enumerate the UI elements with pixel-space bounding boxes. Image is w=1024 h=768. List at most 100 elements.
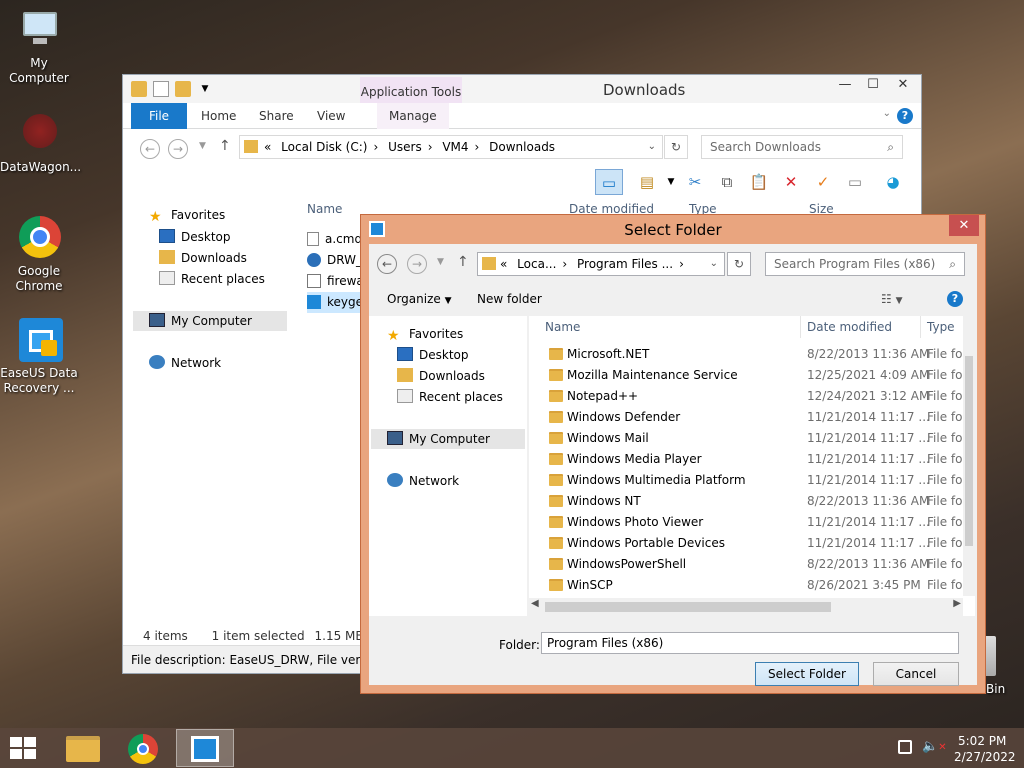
scrollbar-thumb[interactable]	[965, 356, 973, 546]
address-field[interactable]: « Local Disk (C:) › Users › VM4 › Downloads…	[239, 135, 663, 159]
chevron-down-icon[interactable]: ⌄	[648, 136, 656, 158]
new-folder-icon[interactable]	[175, 81, 191, 97]
organize-button[interactable]: Organize ▼	[387, 286, 452, 314]
nav-my-computer[interactable]: My Computer	[371, 429, 525, 449]
horizontal-scrollbar[interactable]: ◀ ▶	[529, 598, 963, 616]
folder-row[interactable]: Mozilla Maintenance Service 12/25/2021 4:…	[529, 365, 966, 386]
taskbar-file-explorer[interactable]	[54, 729, 112, 767]
breadcrumb-vm4[interactable]: VM4	[442, 140, 468, 154]
column-date-modified[interactable]: Date modified	[801, 316, 921, 338]
close-button[interactable]: ✕	[889, 75, 917, 95]
nav-my-computer[interactable]: My Computer	[133, 311, 287, 331]
file-row[interactable]: DRW_	[307, 250, 362, 271]
nav-favorites[interactable]: ★ Favorites	[149, 205, 225, 225]
scroll-right-arrow[interactable]: ▶	[953, 598, 961, 609]
nav-network[interactable]: Network	[387, 471, 459, 491]
rename-icon[interactable]: ▭	[841, 169, 869, 195]
file-row[interactable]: firewa	[307, 271, 364, 292]
cut-icon[interactable]: ✂	[681, 169, 709, 195]
breadcrumb-program-files[interactable]: Program Files ...	[577, 257, 673, 271]
desktop-icon-easeus[interactable]: EaseUS Data Recovery ...	[0, 318, 78, 396]
cancel-button[interactable]: Cancel	[873, 662, 959, 686]
folder-row[interactable]: Microsoft.NET 8/22/2013 11:36 AM File fol	[529, 344, 966, 365]
nav-favorites[interactable]: ★ Favorites	[387, 324, 463, 344]
vertical-scrollbar[interactable]	[963, 316, 975, 596]
desktop-icon-my-computer[interactable]: My Computer	[0, 8, 78, 86]
up-button[interactable]: ↑	[457, 254, 469, 270]
column-name[interactable]: Name	[539, 316, 801, 338]
nav-desktop[interactable]: Desktop	[397, 345, 469, 365]
folder-row[interactable]: Windows Multimedia Platform 11/21/2014 11…	[529, 470, 966, 491]
globe-icon[interactable]: ◕	[879, 169, 907, 195]
properties-icon[interactable]	[153, 81, 169, 97]
recent-locations-icon[interactable]: ▼	[199, 141, 206, 151]
paste-icon[interactable]: 📋	[745, 169, 773, 195]
folder-row[interactable]: Windows Defender 11/21/2014 11:17 ... File…	[529, 407, 966, 428]
forward-button[interactable]: →	[407, 254, 427, 274]
select-folder-dialog[interactable]: Select Folder ✕ ← → ▼ ↑ « Loca... › Progr…	[360, 214, 986, 694]
help-icon[interactable]: ?	[897, 108, 913, 124]
folder-row[interactable]: Windows Portable Devices 11/21/2014 11:17…	[529, 533, 966, 554]
chevron-down-icon[interactable]: ▼	[197, 81, 213, 97]
view-options-icon[interactable]: ☷ ▼	[881, 286, 903, 314]
help-icon[interactable]: ?	[947, 291, 963, 307]
title-bar[interactable]: ▼ Application Tools Downloads — ☐ ✕	[123, 75, 921, 103]
network-tray-icon[interactable]	[898, 740, 912, 754]
ribbon-expand-icon[interactable]: ⌄	[883, 108, 891, 119]
maximize-button[interactable]: ☐	[859, 75, 887, 95]
taskbar-easeus[interactable]	[176, 729, 234, 767]
copy-icon[interactable]: ⧉	[713, 169, 741, 195]
nav-downloads[interactable]: Downloads	[397, 366, 485, 386]
check-icon[interactable]: ✓	[809, 169, 837, 195]
folder-row[interactable]: Windows Media Player 11/21/2014 11:17 ...…	[529, 449, 966, 470]
tab-home[interactable]: Home	[189, 103, 248, 129]
folder-row[interactable]: Notepad++ 12/24/2021 3:12 AM File fol	[529, 386, 966, 407]
nav-downloads[interactable]: Downloads	[159, 248, 247, 268]
folder-row[interactable]: WinSCP 8/26/2021 3:45 PM File fol	[529, 575, 966, 596]
recent-locations-icon[interactable]: ▼	[437, 257, 444, 267]
tab-file[interactable]: File	[131, 103, 187, 129]
close-button[interactable]: ✕	[949, 215, 979, 236]
breadcrumb-local-disk[interactable]: Local Disk (C:)	[281, 140, 367, 154]
column-name[interactable]: Name	[307, 199, 342, 219]
back-button[interactable]: ←	[140, 139, 160, 159]
folder-row[interactable]: WindowsPowerShell 8/22/2013 11:36 AM File …	[529, 554, 966, 575]
nav-recent-places[interactable]: Recent places	[397, 387, 503, 407]
back-button[interactable]: ←	[377, 254, 397, 274]
address-field[interactable]: « Loca... › Program Files ... › ⌄	[477, 252, 725, 276]
folder-row[interactable]: Windows NT 8/22/2013 11:36 AM File fol	[529, 491, 966, 512]
chevron-down-icon[interactable]: ⌄	[710, 253, 718, 275]
select-folder-button[interactable]: Select Folder	[755, 662, 859, 686]
scroll-left-arrow[interactable]: ◀	[531, 598, 539, 609]
search-input[interactable]: Search Downloads ⌕	[701, 135, 903, 159]
tab-share[interactable]: Share	[247, 103, 306, 129]
scrollbar-thumb[interactable]	[545, 602, 831, 612]
breadcrumb-downloads[interactable]: Downloads	[489, 140, 555, 154]
folder-row[interactable]: Windows Photo Viewer 11/21/2014 11:17 ...…	[529, 512, 966, 533]
desktop-icon-datawagon[interactable]: DataWagon...	[0, 112, 81, 175]
breadcrumb-local-disk[interactable]: Loca...	[517, 257, 556, 271]
file-row[interactable]: a.cmd	[307, 229, 362, 250]
nav-network[interactable]: Network	[149, 353, 221, 373]
nav-recent-places[interactable]: Recent places	[159, 269, 265, 289]
breadcrumb-users[interactable]: Users	[388, 140, 422, 154]
forward-button[interactable]: →	[168, 139, 188, 159]
volume-muted-icon[interactable]: 🔈✕	[922, 739, 947, 754]
refresh-button[interactable]: ↻	[664, 135, 688, 159]
clock-time[interactable]: 5:02 PM	[958, 734, 1006, 748]
preview-pane-icon[interactable]: ▭	[595, 169, 623, 195]
delete-icon[interactable]: ✕	[777, 169, 805, 195]
start-button[interactable]	[10, 737, 38, 759]
minimize-button[interactable]: —	[831, 75, 859, 95]
tab-manage[interactable]: Manage	[377, 103, 449, 129]
nav-desktop[interactable]: Desktop	[159, 227, 231, 247]
up-button[interactable]: ↑	[219, 138, 231, 154]
taskbar-chrome[interactable]	[114, 729, 172, 767]
folder-icon[interactable]	[131, 81, 147, 97]
tab-view[interactable]: View	[305, 103, 357, 129]
file-row[interactable]: keyge	[307, 292, 367, 313]
folder-input[interactable]: Program Files (x86)	[541, 632, 959, 654]
search-input[interactable]: Search Program Files (x86) ⌕	[765, 252, 965, 276]
new-folder-button[interactable]: New folder	[477, 286, 542, 312]
refresh-button[interactable]: ↻	[727, 252, 751, 276]
